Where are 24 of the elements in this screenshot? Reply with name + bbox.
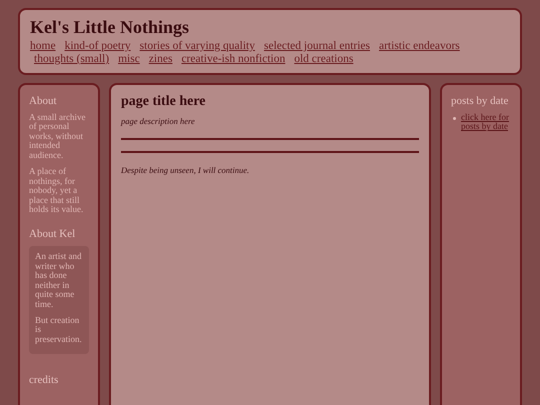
site-title: Kel's Little Nothings [30, 17, 190, 38]
nav-link[interactable]: misc [118, 53, 140, 65]
section-heading: About Kel [29, 228, 76, 240]
body-text: Despite being unseen, I will continue. [121, 165, 250, 175]
page-title: page title here [121, 94, 206, 110]
section-heading: posts by date [451, 95, 510, 107]
page-description: page description here [121, 116, 196, 126]
nav-link[interactable]: artistic endeavors [379, 40, 460, 52]
bullet-icon [453, 117, 456, 120]
sidebar-paragraph: But creation is preservation. [35, 316, 83, 344]
nav-link[interactable]: thoughts (small) [34, 53, 110, 65]
nav-link[interactable]: home [30, 40, 56, 52]
nav-link[interactable]: stories of varying quality [140, 40, 255, 52]
sidebar-paragraph: An artist and writer who has done neither in quite some time. [35, 252, 82, 309]
sidebar-paragraph: A small archive of personal works, without intended audience. [29, 113, 86, 160]
posts-link[interactable]: click here for posts by date [461, 113, 511, 132]
section-heading: About [29, 95, 58, 107]
sidebar-paragraph: A place of nothings, for nobody, yet a place that still holds its value. [29, 167, 84, 214]
nav-link[interactable]: selected journal entries [264, 40, 370, 52]
nav-link[interactable]: zines [148, 53, 172, 65]
section-heading: credits [29, 374, 60, 386]
nav-link[interactable]: kind-of poetry [64, 40, 131, 52]
nav-link[interactable]: old creations [294, 53, 354, 65]
nav-link[interactable]: creative-ish nonfiction [181, 53, 286, 65]
